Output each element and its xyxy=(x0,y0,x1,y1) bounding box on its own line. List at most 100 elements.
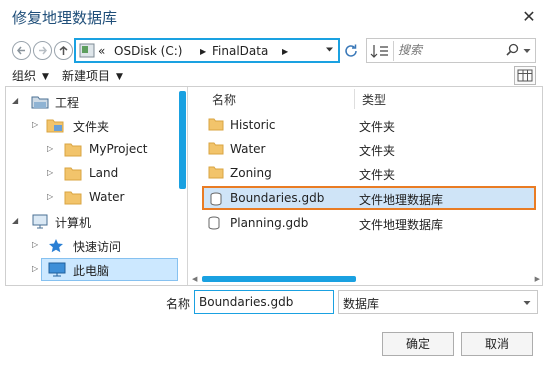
chevron-down-icon: ▼ xyxy=(42,72,49,82)
chevron-down-icon[interactable] xyxy=(325,45,334,54)
organize-menu[interactable]: 组织 ▼ xyxy=(12,67,49,84)
folder-icon xyxy=(208,118,224,131)
star-icon xyxy=(49,239,63,253)
expand-arrow-icon[interactable]: ▷ xyxy=(47,144,53,153)
file-name: Zoning xyxy=(230,166,272,180)
toolbar: 组织 ▼ 新建项目 ▼ xyxy=(0,64,550,86)
expand-arrow-icon[interactable]: ▷ xyxy=(47,192,53,201)
details-view-icon xyxy=(517,69,533,82)
location-icon xyxy=(79,43,95,58)
tree-item-label: 计算机 xyxy=(55,216,92,230)
dialog-title: 修复地理数据库 xyxy=(12,9,118,27)
up-button[interactable] xyxy=(54,41,73,60)
search-icon[interactable] xyxy=(506,43,519,56)
file-type: 文件地理数据库 xyxy=(359,193,444,207)
ok-button[interactable]: 确定 xyxy=(382,332,454,356)
chevron-right-icon[interactable]: ▶ xyxy=(282,47,288,56)
new-item-menu[interactable]: 新建项目 ▼ xyxy=(62,67,123,84)
tree-item-label: MyProject xyxy=(89,142,148,156)
tree-item-land[interactable]: ▷ Land xyxy=(6,162,178,185)
folder-icon xyxy=(208,142,224,155)
address-bar[interactable]: « OSDisk (C:) ▶ FinalData ▶ xyxy=(74,38,340,63)
tree-item-label: 此电脑 xyxy=(73,264,110,278)
file-name: Water xyxy=(230,142,266,156)
database-icon xyxy=(210,192,222,206)
folder-icon xyxy=(64,143,82,157)
tree-item-folders[interactable]: ▷ 文件夹 xyxy=(6,114,178,137)
browser-panes: ◢ 工程 ▷ 文件夹 ▷ MyProject ▷ Land ▷ Water ◢ … xyxy=(5,86,543,286)
search-box[interactable] xyxy=(366,38,536,63)
scroll-right-icon[interactable]: ▶ xyxy=(535,275,540,283)
name-label: 名称 xyxy=(166,297,191,311)
tree-item-label: 快速访问 xyxy=(73,240,122,254)
address-overflow[interactable]: « xyxy=(98,44,105,58)
back-button[interactable] xyxy=(12,41,31,60)
organize-label: 组织 xyxy=(12,69,37,83)
forward-button[interactable] xyxy=(33,41,52,60)
tree-item-this-pc[interactable]: 此电脑 xyxy=(41,258,178,281)
chevron-right-icon[interactable]: ▶ xyxy=(200,47,206,56)
tree-scrollbar-thumb[interactable] xyxy=(179,91,186,189)
tree-item-label: Land xyxy=(89,166,119,180)
address-segment-folder[interactable]: FinalData xyxy=(212,44,268,58)
folder-icon xyxy=(46,119,64,133)
chevron-down-icon: ▼ xyxy=(116,72,123,82)
file-type: 文件地理数据库 xyxy=(359,218,444,232)
view-options-button[interactable] xyxy=(514,66,536,85)
type-select[interactable]: 数据库 xyxy=(338,290,538,314)
file-type: 文件夹 xyxy=(359,120,396,134)
address-segment-disk[interactable]: OSDisk (C:) xyxy=(114,44,182,58)
tree-item-project[interactable]: ◢ 工程 xyxy=(6,90,178,113)
file-row-zoning[interactable]: Zoning 文件夹 xyxy=(202,162,536,184)
type-select-value: 数据库 xyxy=(343,297,380,311)
column-separator[interactable] xyxy=(354,89,355,109)
list-scrollbar[interactable]: ◀ ▶ xyxy=(192,275,540,283)
close-button[interactable]: ✕ xyxy=(518,6,540,28)
column-header-name[interactable]: 名称 xyxy=(212,91,236,108)
tree-scrollbar[interactable] xyxy=(179,91,186,273)
expand-arrow-icon[interactable]: ▷ xyxy=(47,168,53,177)
tree-item-computer[interactable]: ◢ 计算机 xyxy=(6,210,178,233)
column-header-type[interactable]: 类型 xyxy=(362,91,386,108)
collapse-arrow-icon[interactable]: ◢ xyxy=(12,96,18,105)
refresh-icon[interactable] xyxy=(342,42,360,60)
computer-icon xyxy=(32,214,48,229)
expand-arrow-icon[interactable]: ▷ xyxy=(32,240,38,249)
file-row-planning[interactable]: Planning.gdb 文件地理数据库 xyxy=(202,212,536,234)
project-icon xyxy=(31,96,49,109)
arrow-right-icon xyxy=(39,46,47,55)
arrow-up-icon xyxy=(59,46,68,55)
expand-arrow-icon[interactable]: ▷ xyxy=(32,264,38,273)
expand-arrow-icon[interactable]: ▷ xyxy=(32,120,38,129)
list-scrollbar-thumb[interactable] xyxy=(202,276,356,282)
file-row-boundaries[interactable]: Boundaries.gdb 文件地理数据库 xyxy=(202,186,536,210)
chevron-down-icon[interactable] xyxy=(523,48,531,54)
folder-icon xyxy=(208,166,224,179)
file-type: 文件夹 xyxy=(359,168,396,182)
file-name: Boundaries.gdb xyxy=(230,191,325,205)
pc-icon xyxy=(48,262,66,277)
title-bar: 修复地理数据库 ✕ xyxy=(0,0,550,36)
folder-icon xyxy=(64,191,82,205)
scroll-left-icon[interactable]: ◀ xyxy=(192,275,197,283)
file-name: Historic xyxy=(230,118,276,132)
tree-item-label: 工程 xyxy=(55,96,80,110)
sort-icon[interactable] xyxy=(369,42,391,60)
chevron-down-icon[interactable] xyxy=(523,300,531,306)
search-input[interactable] xyxy=(398,43,498,57)
file-type: 文件夹 xyxy=(359,144,396,158)
tree-item-label: 文件夹 xyxy=(73,120,110,134)
file-list: 名称 类型 Historic 文件夹 Water 文件夹 Zoning 文件夹 … xyxy=(190,87,542,285)
file-row-water[interactable]: Water 文件夹 xyxy=(202,138,536,160)
cancel-button[interactable]: 取消 xyxy=(461,332,533,356)
tree-item-label: Water xyxy=(89,190,125,204)
name-input[interactable] xyxy=(194,290,334,314)
tree-item-water[interactable]: ▷ Water xyxy=(6,186,178,209)
file-row-historic[interactable]: Historic 文件夹 xyxy=(202,114,536,136)
file-name: Planning.gdb xyxy=(230,216,309,230)
new-item-label: 新建项目 xyxy=(62,69,111,83)
tree-item-quick-access[interactable]: ▷ 快速访问 xyxy=(6,234,178,257)
tree-item-myproject[interactable]: ▷ MyProject xyxy=(6,138,178,161)
collapse-arrow-icon[interactable]: ◢ xyxy=(12,216,18,225)
navigation-tree: ◢ 工程 ▷ 文件夹 ▷ MyProject ▷ Land ▷ Water ◢ … xyxy=(6,87,188,285)
